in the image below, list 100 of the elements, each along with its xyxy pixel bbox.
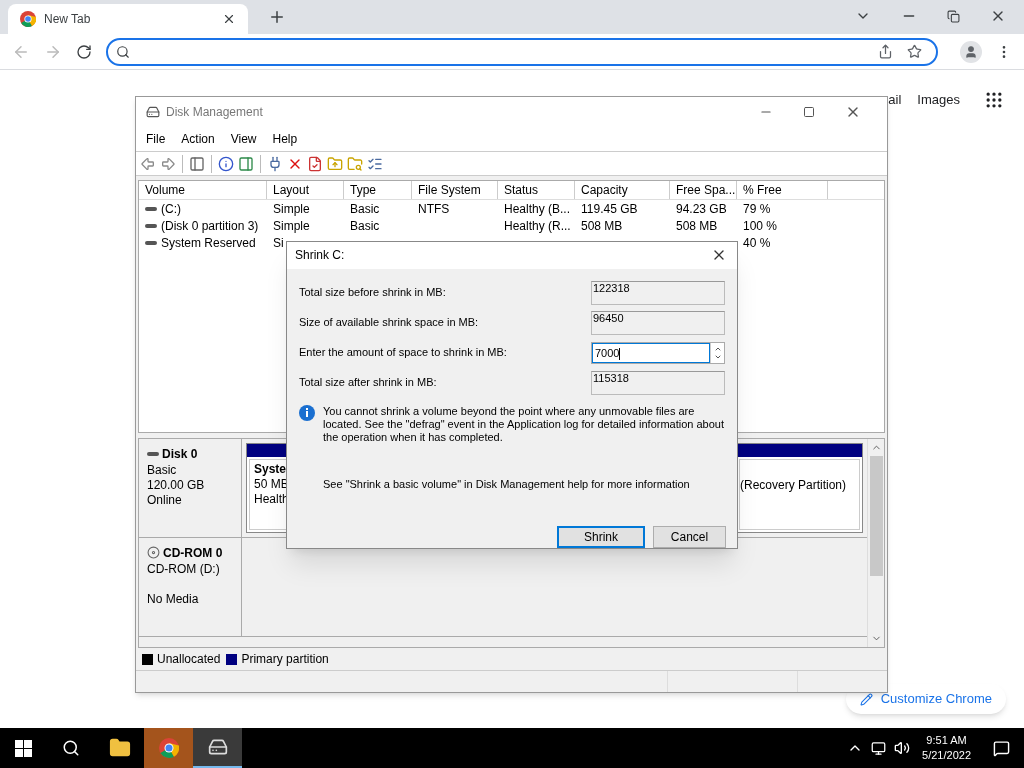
menu-item[interactable]: View xyxy=(222,129,265,148)
menu-item[interactable]: Action xyxy=(173,129,223,148)
disk-app-icon xyxy=(146,104,160,119)
disk-info: Basic xyxy=(147,462,178,478)
field-label: Enter the amount of space to shrink in MB: xyxy=(299,345,508,361)
volume-icon xyxy=(145,207,157,211)
panel-icon[interactable] xyxy=(238,155,254,172)
google-link[interactable]: ail xyxy=(888,90,902,110)
windows-logo-icon[interactable] xyxy=(15,739,32,757)
info-icon xyxy=(299,404,315,421)
search-icon xyxy=(116,44,130,59)
table-cell-text: Simple xyxy=(273,218,310,235)
partition-info: (Recovery Partition) xyxy=(740,477,847,493)
share-icon[interactable] xyxy=(878,44,893,59)
table-cell-text: 100 % xyxy=(743,218,778,235)
legend-label: Primary partition xyxy=(241,651,329,669)
plug-icon[interactable] xyxy=(267,155,283,172)
cd-icon xyxy=(147,546,160,560)
disk-info: No Media xyxy=(147,591,200,607)
partition-block[interactable]: (Recovery Partition) xyxy=(736,442,863,533)
legend-label: Unallocated xyxy=(157,651,221,669)
table-cell-text: 94.23 GB xyxy=(676,201,727,218)
field-label: Total size after shrink in MB: xyxy=(299,375,438,391)
column-header[interactable]: Status xyxy=(498,181,575,200)
bookmark-star-icon[interactable] xyxy=(907,44,922,59)
field-label: Size of available shrink space in MB: xyxy=(299,315,480,331)
info-message: You cannot shrink a volume beyond the point where any unmovable files are located. See the "defrag" event in the Application log for detailed information about the operation when it has completed. xyxy=(323,404,725,444)
table-cell-text: 119.45 GB xyxy=(581,201,638,218)
clock-time[interactable]: 9:51 AM xyxy=(926,733,967,748)
forward-arrow-icon[interactable] xyxy=(160,155,176,172)
readonly-field: 122318 xyxy=(591,280,725,305)
taskbar-app[interactable] xyxy=(193,728,242,768)
back-arrow-icon[interactable] xyxy=(140,155,156,172)
table-cell-text: Si xyxy=(273,235,284,252)
search-icon[interactable] xyxy=(62,739,80,757)
table-cell-text: Basic xyxy=(350,218,380,235)
folder-icon xyxy=(108,737,131,759)
menu-item[interactable]: Help xyxy=(264,129,306,148)
menu-item[interactable]: File xyxy=(138,129,174,148)
column-header[interactable]: Volume xyxy=(139,181,267,200)
shrink-button[interactable]: Shrink xyxy=(557,526,645,548)
customize-chrome-button[interactable]: Customize Chrome xyxy=(845,684,1006,714)
table-cell-text: Simple xyxy=(273,201,310,218)
column-header[interactable]: File System xyxy=(412,181,498,200)
google-link[interactable]: Images xyxy=(917,90,960,110)
disk-name: Disk 0 xyxy=(162,445,198,463)
disk-info: CD-ROM (D:) xyxy=(147,561,221,577)
column-header[interactable]: Layout xyxy=(267,181,344,200)
volume-icon[interactable] xyxy=(894,740,911,756)
table-cell-text: 79 % xyxy=(743,201,771,218)
restore-icon[interactable] xyxy=(947,9,960,23)
volume-icon xyxy=(145,224,157,228)
shrink-amount-spinbox[interactable]: 7000 xyxy=(591,341,725,364)
disk-info: 120.00 GB xyxy=(147,477,206,493)
dialog-title: Shrink C: xyxy=(295,247,346,265)
reload-icon[interactable] xyxy=(76,43,92,60)
scroll-thumb[interactable] xyxy=(869,455,883,576)
table-cell-text: (Disk 0 partition 3) xyxy=(161,218,259,235)
panel-icon[interactable] xyxy=(189,155,205,172)
table-cell-text: Healthy (R... xyxy=(504,218,571,235)
table-cell-text: Basic xyxy=(350,201,380,218)
new-tab-icon[interactable] xyxy=(268,8,286,26)
help-text: See "Shrink a basic volume" in Disk Management help for more information xyxy=(322,476,691,492)
column-header[interactable]: Type xyxy=(344,181,412,200)
readonly-field: 115318 xyxy=(591,370,725,395)
volume-icon xyxy=(145,241,157,245)
browser-tab[interactable]: New Tab xyxy=(8,4,248,34)
document-check-icon[interactable] xyxy=(307,155,323,172)
address-field[interactable] xyxy=(106,37,938,66)
clock-date[interactable]: 5/21/2022 xyxy=(922,748,971,763)
column-header[interactable]: % Free xyxy=(737,181,828,200)
scrollbar[interactable] xyxy=(867,438,884,648)
table-cell-text: (C:) xyxy=(161,201,181,218)
table-cell-text: 508 MB xyxy=(581,218,623,235)
pencil-icon xyxy=(859,692,873,706)
table-cell-text: 40 % xyxy=(743,235,771,252)
chrome-logo-icon xyxy=(158,738,179,758)
table-cell-text: Healthy (B... xyxy=(504,201,571,218)
notifications-icon[interactable] xyxy=(993,739,1010,757)
disk-name: CD-ROM 0 xyxy=(163,544,223,562)
readonly-field: 96450 xyxy=(591,310,725,335)
chrome-logo-icon xyxy=(20,11,36,27)
profile-icon[interactable] xyxy=(960,40,982,63)
table-cell-text: 508 MB xyxy=(676,218,718,235)
window-title: Disk Management xyxy=(166,103,264,121)
apps-grid-icon[interactable] xyxy=(984,90,1004,110)
column-header[interactable]: Capacity xyxy=(575,181,670,200)
column-header[interactable]: Free Spa... xyxy=(670,181,737,200)
disk-app-icon xyxy=(207,737,228,757)
field-label: Total size before shrink in MB: xyxy=(299,285,447,301)
partition-info: Syste xyxy=(254,461,287,477)
table-cell-text: NTFS xyxy=(418,201,450,218)
help-icon[interactable] xyxy=(218,155,234,172)
maximize-icon[interactable] xyxy=(803,105,815,118)
disk-info: Online xyxy=(147,492,183,508)
table-cell-text: System Reserved xyxy=(161,235,256,252)
tab-title: New Tab xyxy=(44,11,92,28)
cancel-button[interactable]: Cancel xyxy=(653,526,726,548)
close-tab-icon[interactable] xyxy=(222,12,236,26)
network-icon[interactable] xyxy=(871,740,887,756)
